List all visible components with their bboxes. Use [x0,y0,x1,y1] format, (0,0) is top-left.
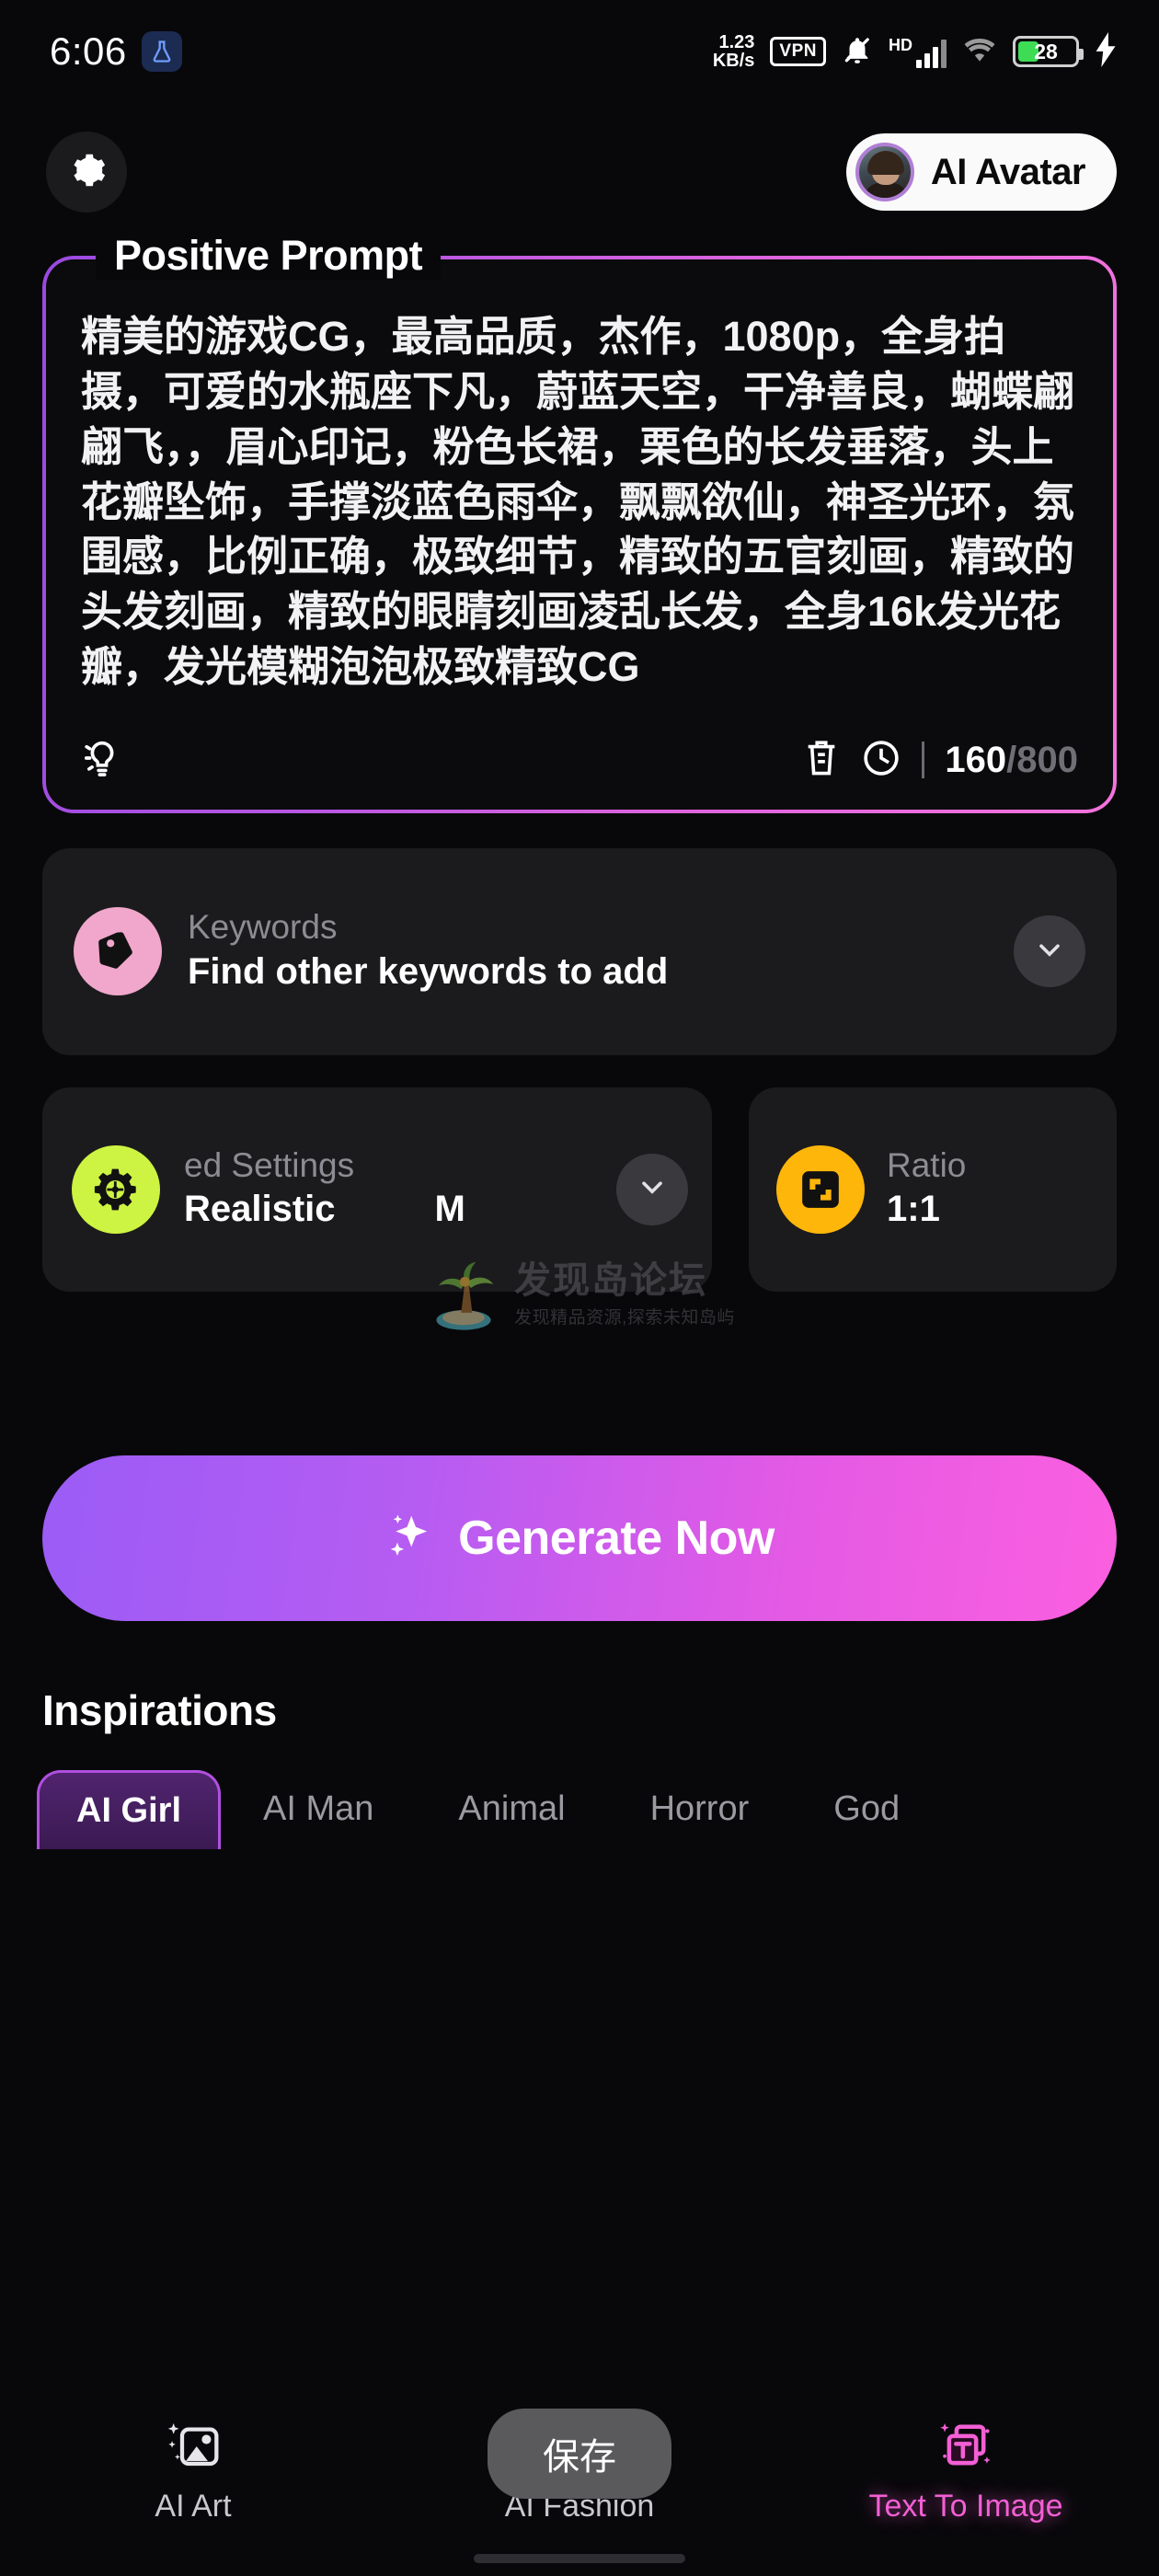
char-count: 160 [945,739,1007,780]
ratio-card[interactable]: Ratio 1:1 [749,1087,1117,1292]
ai-avatar-button[interactable]: AI Avatar [845,133,1117,211]
ai-avatar-label: AI Avatar [930,151,1086,192]
ratio-label: Ratio [887,1145,967,1184]
gear-target-icon [72,1144,160,1234]
flask-icon [141,31,182,72]
bottom-navigation: AI Art AI Fashion 保存 Text To Image [0,2394,1159,2576]
battery-indicator: 28 [1013,36,1084,67]
sparkle-icon [384,1511,434,1565]
settings-value-extra: M [434,1188,465,1229]
chevron-down-icon [1033,933,1066,971]
char-counter: 160/800 [945,740,1078,781]
tag-icon [74,907,162,996]
advanced-settings-card[interactable]: ed Settings Realistic M [42,1087,712,1292]
char-limit: /800 [1006,739,1078,780]
inspirations-title: Inspirations [42,1685,277,1734]
nav-item-ai-fashion[interactable]: AI Fashion 保存 [386,2409,773,2524]
chevron-down-icon [636,1170,669,1208]
nav-label-ai-art: AI Art [155,2489,232,2524]
tab-ai-girl[interactable]: AI Girl [37,1769,222,1849]
bell-muted-icon [842,34,873,70]
positive-prompt-legend: Positive Prompt [96,232,442,280]
status-bar: 6:06 1.23 KB/s VPN HD 28 [0,0,1159,103]
battery-percent: 28 [1034,39,1058,63]
app-header: AI Avatar [0,103,1159,241]
ratio-value: 1:1 [887,1189,940,1230]
trash-icon[interactable] [802,737,841,784]
status-bar-left: 6:06 [50,29,182,74]
prompt-input-box[interactable]: 精美的游戏CG，最高品质，杰作，1080p，全身拍摄，可爱的水瓶座下凡，蔚蓝天空… [42,256,1117,813]
keywords-expand-button[interactable] [1014,915,1085,988]
keywords-card[interactable]: Keywords Find other keywords to add [42,847,1117,1055]
network-speed: 1.23 KB/s [713,33,755,70]
watermark-subtitle: 发现精品资源,探索未知岛屿 [514,1308,735,1328]
generate-now-label: Generate Now [458,1511,775,1565]
network-speed-unit: KB/s [712,51,755,71]
signal-bars-icon: HD [889,36,947,68]
wifi-icon [962,36,997,68]
save-toast-text: 保存 [543,2437,616,2478]
status-bar-right: 1.23 KB/s VPN HD 28 [713,31,1119,72]
nav-item-ai-art[interactable]: AI Art [0,2416,386,2524]
prompt-text[interactable]: 精美的游戏CG，最高品质，杰作，1080p，全身拍摄，可爱的水瓶座下凡，蔚蓝天空… [81,309,1078,695]
generate-now-button[interactable]: Generate Now [42,1455,1117,1621]
avatar [855,143,914,201]
hd-label: HD [889,35,912,54]
settings-ratio-row: ed Settings Realistic M Ratio 1:1 [42,1087,1117,1292]
toolbar-divider [922,742,925,779]
aspect-ratio-icon [776,1144,865,1234]
tab-horror[interactable]: Horror [608,1789,792,1829]
nav-item-text-to-image[interactable]: Text To Image [773,2416,1159,2524]
prompt-toolbar: 160/800 [81,735,1078,786]
settings-button[interactable] [46,132,127,213]
keywords-value: Find other keywords to add [188,950,669,992]
settings-expand-button[interactable] [616,1153,688,1225]
tab-god[interactable]: God [791,1789,942,1829]
charging-bolt-icon [1095,31,1119,72]
ai-art-icon [164,2416,223,2479]
save-toast: 保存 [488,2409,671,2499]
lightbulb-icon[interactable] [81,735,123,786]
gear-icon [65,149,108,196]
positive-prompt-section: Positive Prompt 精美的游戏CG，最高品质，杰作，1080p，全身… [42,232,1117,813]
vpn-badge: VPN [770,37,826,66]
tab-ai-man[interactable]: AI Man [221,1789,416,1829]
text-to-image-icon [936,2416,995,2479]
prompt-toolbar-right: 160/800 [802,737,1078,784]
inspiration-tabs: AI Girl AI Man Animal Horror God [37,1769,1159,1849]
clock-icon[interactable] [861,738,901,783]
settings-label: ed Settings [184,1145,355,1184]
network-speed-value: 1.23 [718,32,755,52]
nav-label-text-to-image: Text To Image [868,2489,1063,2524]
home-indicator [474,2554,685,2563]
tab-animal[interactable]: Animal [416,1789,607,1829]
settings-value: Realistic [184,1189,336,1230]
keywords-label: Keywords [188,908,338,947]
status-time: 6:06 [50,29,127,73]
